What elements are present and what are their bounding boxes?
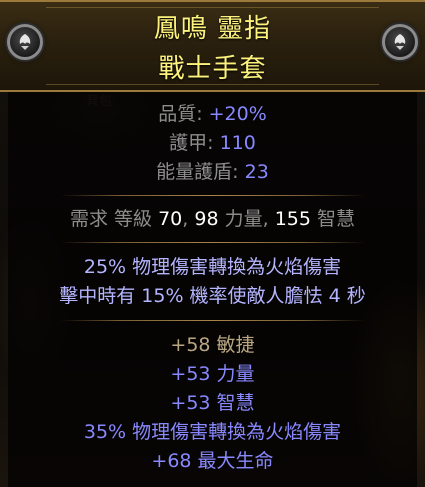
- item-base-type: 戰士手套: [158, 54, 267, 84]
- armour-label: 護甲:: [169, 132, 220, 154]
- explicit-mod: +58 敏捷: [170, 334, 255, 356]
- energy-shield-value: 23: [244, 161, 269, 183]
- quality-label: 品質:: [158, 103, 209, 125]
- explicit-mod: 35% 物理傷害轉換為火焰傷害: [83, 421, 342, 443]
- requirements-sep: ,: [262, 208, 275, 230]
- separator: [60, 242, 365, 243]
- armour-property: 護甲: 110: [0, 131, 425, 155]
- quality-value: +20%: [208, 103, 267, 125]
- required-level: 70: [158, 208, 183, 230]
- energy-shield-label: 能量護盾:: [156, 161, 245, 183]
- requirements-line: 需求 等級 70, 98 力量, 155 智慧: [0, 207, 425, 231]
- armour-value: 110: [219, 132, 256, 154]
- requirements-prefix: 需求 等級: [69, 208, 159, 230]
- explicit-mod: +68 最大生命: [151, 450, 274, 472]
- requirements-sep: ,: [182, 208, 195, 230]
- item-name: 鳳鳴 靈指: [153, 14, 272, 44]
- energy-shield-property: 能量護盾: 23: [0, 160, 425, 184]
- enchant-mod: 25% 物理傷害轉換為火焰傷害: [83, 256, 342, 278]
- intelligence-label: 智慧: [310, 208, 355, 230]
- separator: [60, 320, 365, 321]
- enchant-mod: 擊中時有 15% 機率使敵人膽怯 4 秒: [59, 285, 366, 307]
- quality-property: 品質: +20%: [0, 102, 425, 126]
- separator: [60, 195, 365, 196]
- required-intelligence: 155: [274, 208, 311, 230]
- explicit-mod: +53 智慧: [170, 392, 255, 414]
- required-strength: 98: [194, 208, 219, 230]
- strength-label: 力量: [218, 208, 263, 230]
- item-tooltip-header: 鳳鳴 靈指 戰士手套: [0, 0, 425, 92]
- explicit-mod: +53 力量: [170, 363, 255, 385]
